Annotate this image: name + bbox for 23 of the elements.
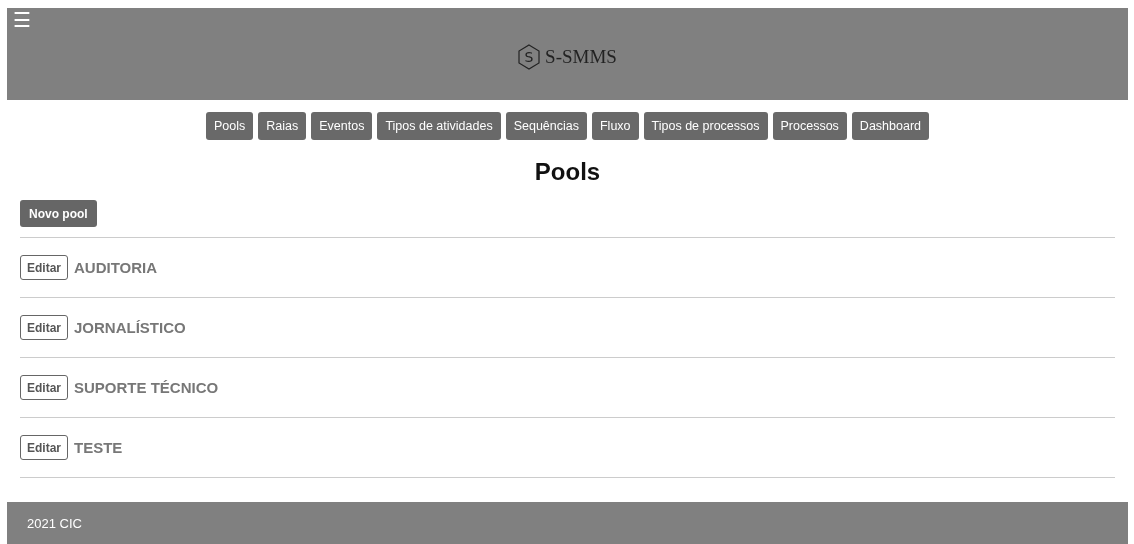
edit-button[interactable]: Editar: [20, 375, 68, 400]
edit-button[interactable]: Editar: [20, 315, 68, 340]
pool-name: TESTE: [74, 439, 123, 456]
pool-name: AUDITORIA: [74, 259, 158, 276]
menu-button[interactable]: ☰: [13, 10, 31, 30]
nav-button[interactable]: Raias: [258, 112, 307, 140]
edit-button[interactable]: Editar: [20, 255, 68, 280]
pool-name: JORNALÍSTICO: [74, 319, 186, 336]
nav-button[interactable]: Tipos de processos: [643, 112, 768, 140]
brand-name: S-SMMS: [545, 46, 617, 68]
nav-button[interactable]: Eventos: [311, 112, 373, 140]
nav-button[interactable]: Processos: [772, 112, 847, 140]
new-pool-button[interactable]: Novo pool: [20, 200, 97, 227]
page-title: Pools: [533, 158, 602, 186]
nav-button[interactable]: Tipos de atividades: [377, 112, 501, 140]
pool-name: SUPORTE TÉCNICO: [74, 379, 219, 396]
nav-button[interactable]: Sequências: [505, 112, 587, 140]
nav-button[interactable]: Pools: [206, 112, 254, 140]
nav-button[interactable]: Dashboard: [851, 112, 929, 140]
nav-button[interactable]: Fluxo: [592, 112, 639, 140]
edit-button[interactable]: Editar: [20, 435, 68, 460]
hexagon-logo-icon: S: [518, 44, 541, 70]
footer-text: 2021 CIC: [27, 515, 82, 531]
